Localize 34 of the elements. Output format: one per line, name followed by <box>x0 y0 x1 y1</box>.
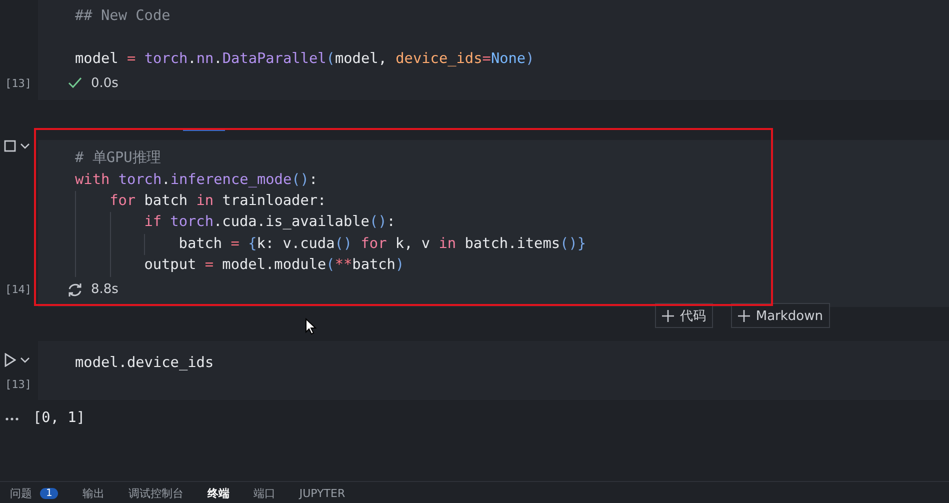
mouse-cursor-icon <box>305 318 317 336</box>
panel-tab[interactable]: JUPYTER <box>299 486 346 500</box>
panel-tab[interactable]: 输出 <box>82 486 104 500</box>
more-icon[interactable] <box>5 416 19 421</box>
execution-time: 0.0s <box>91 76 118 91</box>
plus-icon <box>662 310 674 322</box>
code-line: for batch in trainloader: <box>110 192 326 211</box>
code-line: with torch.inference_mode(): <box>75 170 318 190</box>
focus-indicator <box>183 128 225 132</box>
panel-tab[interactable]: 端口 <box>253 486 276 500</box>
plus-icon <box>738 310 750 322</box>
panel-tab[interactable]: 问题 <box>10 486 32 500</box>
code-line: if torch.cuda.is_available(): <box>144 213 396 232</box>
code-line: model.device_ids <box>75 354 214 373</box>
add-cell-button[interactable]: Markdown <box>730 302 830 328</box>
run-icon[interactable] <box>4 352 16 367</box>
panel-tab[interactable]: 调试控制台 <box>128 486 184 500</box>
code-line: batch = {k: v.cuda() for k, v in batch.items()} <box>178 234 586 254</box>
code-comment: # 单GPU推理 <box>75 149 160 168</box>
cell-output: [0, 1] <box>33 410 85 426</box>
code-comment: ## New Code <box>75 7 170 26</box>
code-line: model = torch.nn.DataParallel(model, device_ids=None) <box>75 50 534 69</box>
chevron-icon[interactable] <box>20 356 30 364</box>
refresh-icon <box>67 282 83 298</box>
execution-count: [14] <box>4 283 32 296</box>
chevron-icon[interactable] <box>20 142 30 150</box>
execution-count: [13] <box>4 76 32 90</box>
execution-time: 8.8s <box>91 282 118 298</box>
execution-count: [13] <box>4 378 32 392</box>
code-line: output = model.module(**batch) <box>144 256 404 276</box>
panel-tab[interactable]: 终端 <box>207 486 230 500</box>
count-badge: 1 <box>40 488 58 498</box>
stop-icon[interactable] <box>4 140 16 152</box>
check-icon <box>67 76 83 90</box>
